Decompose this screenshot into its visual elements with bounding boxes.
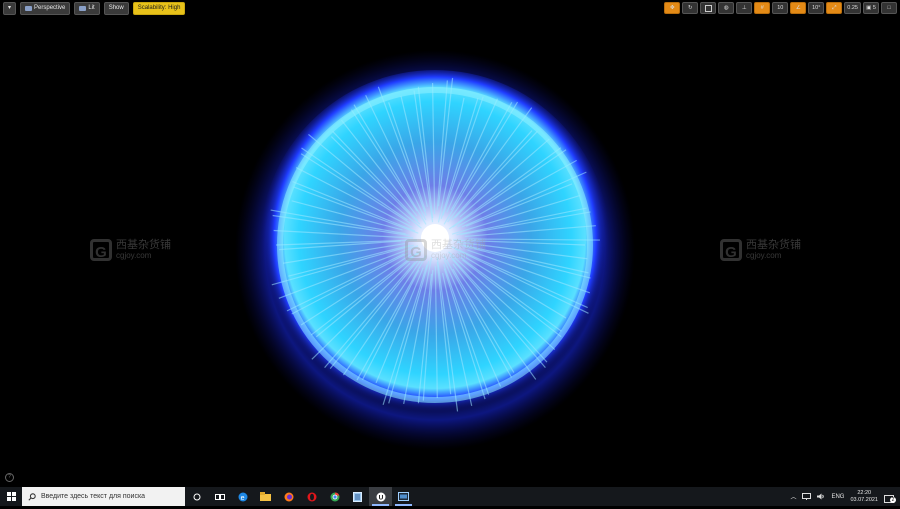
viewport-toolbar-left: ▾ Perspective Lit Show Scalability: High [3,2,186,15]
rotate-tool-button[interactable]: ↻ [682,2,699,14]
notification-count: 2 [890,496,896,503]
firefox-taskbar-button[interactable] [277,487,300,506]
clock-time: 22:20 [857,489,872,496]
scale-snap-icon: ⤢ [832,4,837,11]
watermark-brand: 西基杂货铺 [431,239,486,251]
camera-speed-value: 5 [872,5,876,11]
help-icon[interactable]: ? [5,473,14,482]
scale-tool-button[interactable] [700,2,717,14]
scalability-badge[interactable]: Scalability: High [132,2,186,15]
watermark-url: cgjoy.com [116,251,152,260]
notepad-icon [353,491,362,502]
watermark-logo-icon: G [90,239,112,261]
opera-taskbar-button[interactable] [300,487,323,506]
viewport-toolbar-right: ✥ ↻ ◍ ⊥ # 10 ∠ 10° ⤢ 0.25 ▣ 5 □ [664,2,897,14]
taskbar-search-box[interactable]: Введите здесь текст для поиска [22,487,185,506]
unreal-engine-taskbar-button[interactable]: U [369,487,392,506]
grid-snap-value[interactable]: 10 [772,2,789,14]
watermark-logo-icon: G [405,239,427,261]
taskbar-clock[interactable]: 22:20 03.07.2021 [850,490,878,504]
system-tray: ︿ ENG 22:20 03.07.2021 2 [790,487,900,506]
rotation-snap-value[interactable]: 10° [808,2,825,14]
windows-taskbar: Введите здесь текст для поиска e U ︿ ENG… [0,487,900,506]
watermark-logo-icon: G [720,239,742,261]
network-icon[interactable] [802,493,812,500]
camera-speed-icon: ▣ [866,5,872,11]
lit-label: Lit [88,5,95,11]
surface-snap-icon: ⊥ [741,5,747,11]
edge-icon: e [238,492,247,501]
task-view-button[interactable] [208,487,231,506]
cortana-button[interactable] [185,487,208,506]
translate-tool-button[interactable]: ✥ [664,2,681,14]
svg-text:e: e [240,494,244,501]
watermark-url: cgjoy.com [431,251,467,260]
file-explorer-taskbar-button[interactable] [254,487,277,506]
viewport-options-button[interactable]: ▾ [3,2,17,15]
cortana-icon [193,493,200,500]
unreal-engine-icon: U [376,492,385,501]
chevron-down-icon: ▾ [8,5,12,11]
angle-icon: ∠ [795,5,801,11]
scale-snap-value[interactable]: 0.25 [844,2,861,14]
firefox-icon [284,492,293,501]
watermark-url: cgjoy.com [746,251,782,260]
level-viewport[interactable]: ▾ Perspective Lit Show Scalability: High… [0,0,900,487]
windows-logo-icon [6,492,16,501]
maximize-viewport-button[interactable]: □ [881,2,897,14]
perspective-button[interactable]: Perspective [20,2,71,15]
notification-center-button[interactable]: 2 [884,491,896,503]
camera-speed-button[interactable]: ▣ 5 [863,2,879,14]
chrome-icon [330,491,339,501]
clock-date: 03.07.2021 [850,496,878,503]
lit-sphere-icon [79,6,87,11]
edge-taskbar-button[interactable]: e [231,487,254,506]
scale-icon [704,4,712,12]
input-language[interactable]: ENG [831,494,844,500]
watermark-brand: 西基杂货铺 [116,239,171,251]
move-icon: ✥ [669,5,675,11]
camera-icon [25,6,33,11]
opera-icon [307,492,316,501]
grid-snap-toggle[interactable]: # [754,2,771,14]
search-icon [28,492,36,501]
rotation-snap-toggle[interactable]: ∠ [790,2,807,14]
globe-icon: ◍ [723,5,729,11]
perspective-label: Perspective [34,5,66,11]
search-placeholder: Введите здесь текст для поиска [41,493,146,500]
app-window-icon [398,492,409,501]
watermark-center: G 西基杂货铺 cgjoy.com [405,239,486,261]
grid-icon: # [760,5,764,11]
watermark-brand: 西基杂货铺 [746,239,801,251]
chrome-taskbar-button[interactable] [323,487,346,506]
notepad-taskbar-button[interactable] [346,487,369,506]
maximize-icon: □ [887,5,891,11]
unreal-window-taskbar-button[interactable] [392,487,415,506]
task-view-icon [214,493,225,500]
tray-overflow-chevron-icon[interactable]: ︿ [790,492,796,501]
show-label: Show [108,5,124,11]
start-button[interactable] [0,487,22,506]
scale-snap-toggle[interactable]: ⤢ [826,2,843,14]
scalability-label: Scalability: High [137,5,181,11]
show-button[interactable]: Show [103,2,129,15]
coordinate-system-button[interactable]: ◍ [718,2,735,14]
surface-snap-button[interactable]: ⊥ [736,2,753,14]
folder-icon [260,492,271,501]
view-mode-button[interactable]: Lit [74,2,100,15]
watermark-left: G 西基杂货铺 cgjoy.com [90,239,171,261]
rotate-icon: ↻ [687,5,693,11]
svg-text:U: U [378,494,383,501]
watermark-right: G 西基杂货铺 cgjoy.com [720,239,801,261]
volume-icon[interactable] [817,493,825,500]
